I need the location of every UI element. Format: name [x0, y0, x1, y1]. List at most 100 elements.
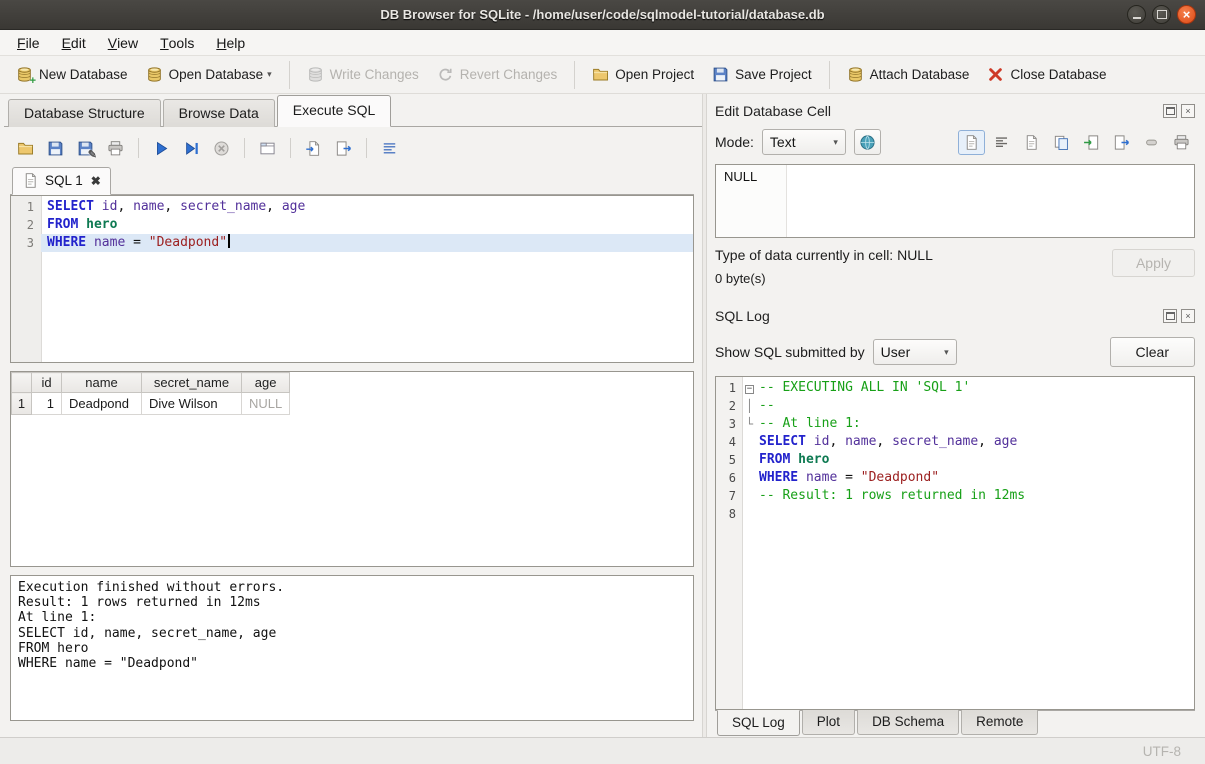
- undock-icon[interactable]: [1163, 309, 1177, 323]
- open-query-tab-button[interactable]: [254, 136, 281, 161]
- tab-close-icon[interactable]: ✖: [91, 174, 101, 188]
- table-cell[interactable]: NULL: [242, 393, 290, 415]
- menu-file[interactable]: File: [6, 30, 51, 55]
- sql-log-section-header: SQL Log ×: [715, 305, 1195, 327]
- chevron-down-icon: ▾: [944, 347, 949, 358]
- table-cell[interactable]: 1: [32, 393, 62, 415]
- export-results-button[interactable]: [330, 136, 357, 161]
- close-panel-icon[interactable]: ×: [1181, 309, 1195, 323]
- attach-database-icon: [847, 66, 864, 83]
- open-database-button[interactable]: Open Database▾: [138, 62, 280, 87]
- grid-corner[interactable]: [12, 373, 32, 393]
- window-title: DB Browser for SQLite - /home/user/code/…: [0, 7, 1205, 22]
- column-header-age[interactable]: age: [242, 373, 290, 393]
- close-database-button[interactable]: Close Database: [979, 62, 1114, 87]
- open-database-icon: [146, 66, 163, 83]
- code-line: 3└-- At line 1:: [716, 415, 1194, 433]
- toolbar-separator: [138, 138, 139, 158]
- print-sql-button[interactable]: [102, 136, 129, 161]
- execute-sql-icon: [153, 140, 170, 157]
- code-line: 8: [716, 505, 1194, 523]
- import-cell-data-icon: [1083, 134, 1100, 151]
- close-button[interactable]: ×: [1177, 5, 1196, 24]
- main-tabbar: Database StructureBrowse DataExecute SQL: [4, 97, 702, 127]
- mode-label: Mode:: [715, 134, 754, 150]
- column-header-secret-name[interactable]: secret_name: [142, 373, 242, 393]
- write-changes-button: Write Changes: [299, 62, 427, 87]
- print-cell-button[interactable]: [1168, 130, 1195, 155]
- execution-messages: Execution finished without errors.Result…: [10, 575, 694, 721]
- format-sql-icon: [381, 140, 398, 157]
- dock-tab-remote[interactable]: Remote: [961, 710, 1038, 735]
- fold-gutter: [742, 451, 757, 469]
- log-filter-select[interactable]: User ▾: [873, 339, 957, 365]
- save-sql-file-icon: [47, 140, 64, 157]
- set-null-button[interactable]: [1138, 130, 1165, 155]
- menu-edit[interactable]: Edit: [51, 30, 97, 55]
- sql-doc-tabbar: SQL 1 ✖: [10, 168, 694, 195]
- open-project-button[interactable]: Open Project: [584, 62, 702, 87]
- tab-browse-data[interactable]: Browse Data: [163, 99, 275, 127]
- save-sql-file-as-button[interactable]: ✎: [72, 136, 99, 161]
- line-number: 3: [11, 234, 41, 252]
- app-window: DB Browser for SQLite - /home/user/code/…: [0, 0, 1205, 764]
- cell-view-icons: [958, 130, 1195, 155]
- set-null-icon: [1143, 134, 1160, 151]
- mode-select[interactable]: Text ▾: [762, 129, 846, 155]
- word-wrap-button[interactable]: [988, 130, 1015, 155]
- message-line: Result: 1 rows returned in 12ms: [18, 595, 686, 610]
- undock-icon[interactable]: [1163, 104, 1177, 118]
- sql-doc-tab[interactable]: SQL 1 ✖: [12, 167, 111, 195]
- execute-current-line-button[interactable]: [178, 136, 205, 161]
- attach-database-button[interactable]: Attach Database: [839, 62, 978, 87]
- import-cell-data-button[interactable]: [1078, 130, 1105, 155]
- tab-database-structure[interactable]: Database Structure: [8, 99, 161, 127]
- sql-log-view[interactable]: 1−-- EXECUTING ALL IN 'SQL 1'2│--3└-- At…: [715, 376, 1195, 710]
- message-line: WHERE name = "Deadpond": [18, 656, 686, 671]
- menu-tools[interactable]: Tools: [149, 30, 205, 55]
- fold-marker-icon[interactable]: −: [742, 379, 757, 397]
- code-line: 3WHERE name = "Deadpond": [11, 234, 693, 252]
- titlebar[interactable]: DB Browser for SQLite - /home/user/code/…: [0, 0, 1205, 30]
- message-line: Execution finished without errors.: [18, 580, 686, 595]
- dock-tab-sql-log[interactable]: SQL Log: [717, 710, 800, 736]
- dock-tab-db-schema[interactable]: DB Schema: [857, 710, 959, 735]
- open-in-new-tab-button[interactable]: [300, 136, 327, 161]
- chevron-down-icon: ▾: [833, 137, 838, 148]
- new-database-button[interactable]: +New Database: [8, 62, 136, 87]
- clear-log-button[interactable]: Clear: [1110, 337, 1195, 367]
- line-number: 7: [716, 487, 742, 505]
- binary-view-button[interactable]: [1018, 130, 1045, 155]
- row-number[interactable]: 1: [12, 393, 32, 415]
- table-cell[interactable]: Dive Wilson: [142, 393, 242, 415]
- cell-editor-box[interactable]: NULL: [715, 164, 1195, 238]
- close-panel-icon[interactable]: ×: [1181, 104, 1195, 118]
- copy-cell-button[interactable]: [1048, 130, 1075, 155]
- line-number: 6: [716, 469, 742, 487]
- column-header-id[interactable]: id: [32, 373, 62, 393]
- save-sql-file-button[interactable]: [42, 136, 69, 161]
- text-view-button[interactable]: [958, 130, 985, 155]
- copy-cell-icon: [1053, 134, 1070, 151]
- table-cell[interactable]: Deadpond: [62, 393, 142, 415]
- export-cell-data-button[interactable]: [1108, 130, 1135, 155]
- write-changes-label: Write Changes: [330, 67, 419, 82]
- code-line: 7-- Result: 1 rows returned in 12ms: [716, 487, 1194, 505]
- open-sql-file-button[interactable]: [12, 136, 39, 161]
- import-data-button[interactable]: [854, 129, 881, 155]
- menu-help[interactable]: Help: [205, 30, 256, 55]
- sql-editor[interactable]: 1SELECT id, name, secret_name, age2FROM …: [10, 195, 694, 363]
- code-line: 2FROM hero: [11, 216, 693, 234]
- tab-execute-sql[interactable]: Execute SQL: [277, 95, 392, 127]
- execute-sql-button[interactable]: [148, 136, 175, 161]
- menu-view[interactable]: View: [97, 30, 149, 55]
- line-number: 8: [716, 505, 742, 523]
- format-sql-button[interactable]: [376, 136, 403, 161]
- open-database-label: Open Database: [169, 67, 264, 82]
- maximize-button[interactable]: [1152, 5, 1171, 24]
- minimize-button[interactable]: [1127, 5, 1146, 24]
- save-project-button[interactable]: Save Project: [704, 62, 820, 87]
- line-number: 2: [716, 397, 742, 415]
- dock-tab-plot[interactable]: Plot: [802, 710, 855, 735]
- column-header-name[interactable]: name: [62, 373, 142, 393]
